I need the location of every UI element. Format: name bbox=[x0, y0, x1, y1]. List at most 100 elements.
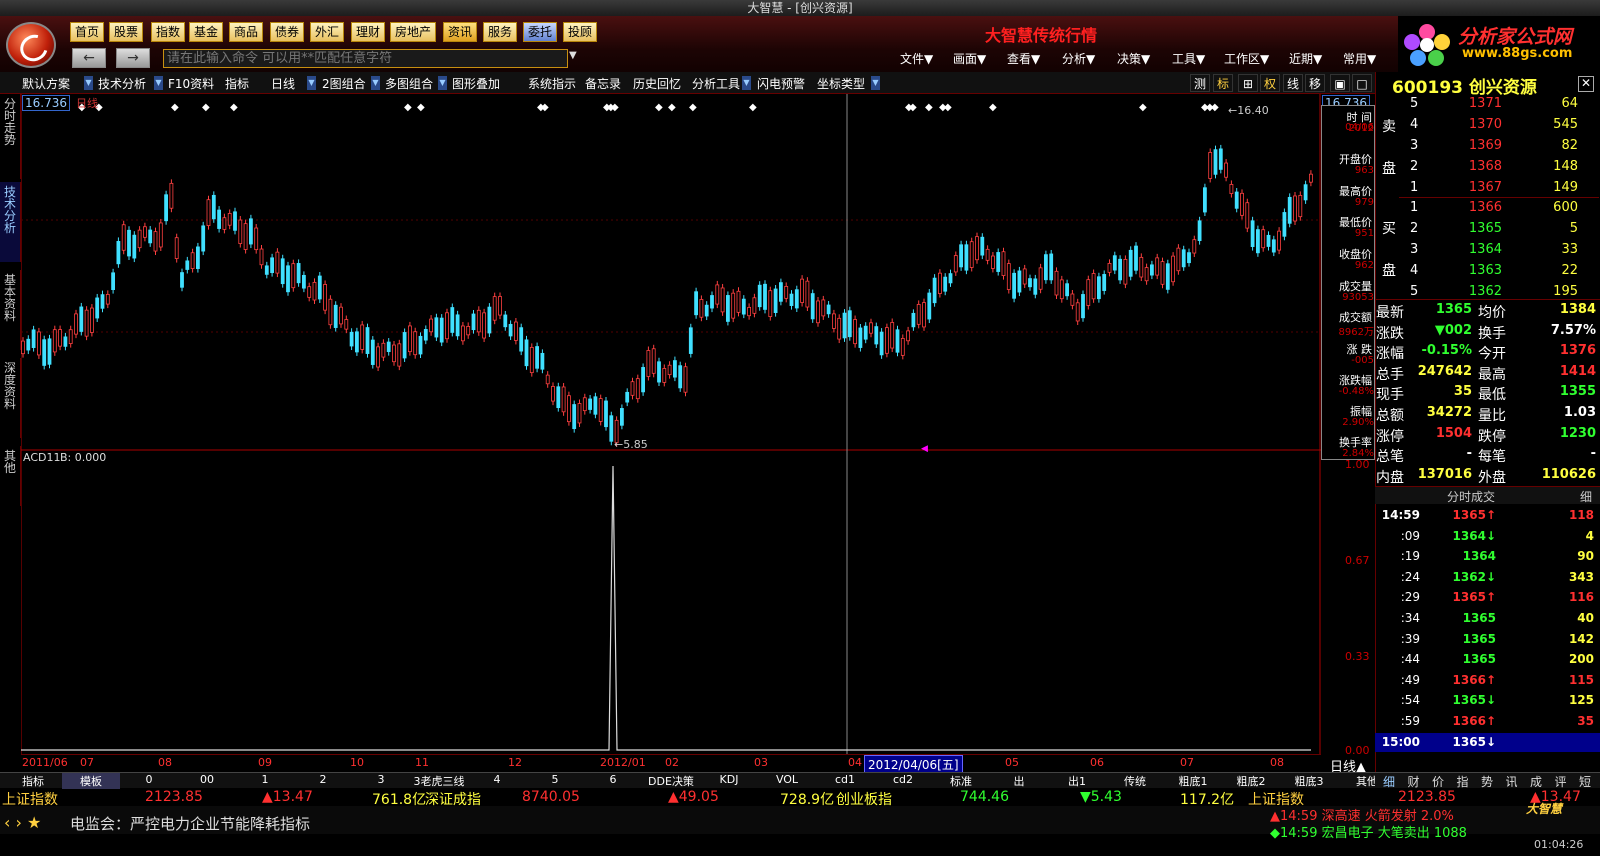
toolbar-10[interactable]: 历史回忆 bbox=[633, 75, 681, 92]
command-dropdown-icon[interactable]: ▼ bbox=[569, 50, 577, 61]
toolbar-6[interactable]: 多图组合 bbox=[385, 75, 433, 92]
formula-tab-7[interactable]: 3老虎三线 bbox=[410, 773, 468, 789]
index-item-12[interactable]: 上证指数 bbox=[1248, 789, 1304, 809]
formula-tab-10[interactable]: 6 bbox=[584, 773, 642, 786]
toolbar-4[interactable]: 日线 bbox=[271, 75, 295, 92]
menu-6[interactable]: 工作区▼ bbox=[1224, 50, 1269, 67]
sell-price-1[interactable]: 1370 bbox=[1440, 117, 1502, 132]
nav-8[interactable]: 房地产 bbox=[390, 22, 437, 42]
index-item-11[interactable]: 117.2亿 bbox=[1180, 789, 1234, 809]
buy-price-1[interactable]: 1365 bbox=[1440, 221, 1502, 236]
nav-4[interactable]: 商品 bbox=[229, 22, 264, 42]
side-tab-1[interactable]: 技术分析 bbox=[0, 182, 21, 262]
nav-7[interactable]: 理财 bbox=[351, 22, 386, 42]
side-tab-0[interactable]: 分时走势 bbox=[0, 94, 21, 179]
quote-tab-3[interactable]: 指 bbox=[1452, 773, 1474, 790]
menu-5[interactable]: 工具▼ bbox=[1172, 50, 1205, 67]
menu-4[interactable]: 决策▼ bbox=[1117, 50, 1150, 67]
toolbar-right-5[interactable]: 移 bbox=[1305, 74, 1325, 92]
formula-tab-20[interactable]: 粗底1 bbox=[1164, 773, 1222, 789]
back-button[interactable]: ← bbox=[72, 48, 106, 68]
news-nav-icons[interactable]: ‹ › ★ bbox=[4, 813, 41, 832]
index-item-9[interactable]: 744.46 bbox=[960, 789, 1009, 805]
toolbar-dropdown-icon-0[interactable]: ▼ bbox=[84, 76, 93, 90]
sell-price-2[interactable]: 1369 bbox=[1440, 138, 1502, 153]
index-item-10[interactable]: ▼5.43 bbox=[1080, 789, 1122, 805]
nav-12[interactable]: 投顾 bbox=[563, 22, 598, 42]
formula-tab-15[interactable]: cd2 bbox=[874, 773, 932, 786]
quote-tab-4[interactable]: 势 bbox=[1476, 773, 1498, 790]
toolbar-5[interactable]: 2图组合 bbox=[322, 75, 366, 92]
alert-2[interactable]: ◆14:59 宏昌电子 大笔卖出 1088 bbox=[1270, 822, 1467, 841]
index-item-0[interactable]: 上证指数 bbox=[2, 789, 58, 809]
formula-tab-21[interactable]: 粗底2 bbox=[1222, 773, 1280, 789]
nav-5[interactable]: 债券 bbox=[270, 22, 305, 42]
command-input[interactable]: 请在此输入命令 可以用**匹配任意字符 bbox=[163, 49, 568, 68]
nav-2[interactable]: 指数 bbox=[151, 22, 186, 42]
toolbar-right-4[interactable]: 线 bbox=[1283, 74, 1303, 92]
index-item-6[interactable]: ▲49.05 bbox=[668, 789, 719, 805]
formula-tab-5[interactable]: 2 bbox=[294, 773, 352, 786]
nav-9[interactable]: 资讯 bbox=[443, 22, 478, 42]
quote-tab-6[interactable]: 成 bbox=[1525, 773, 1547, 790]
index-item-4[interactable]: 深证成指 bbox=[425, 789, 481, 809]
toolbar-dropdown-icon-11[interactable]: ▼ bbox=[742, 76, 751, 90]
quote-tab-1[interactable]: 财 bbox=[1403, 773, 1425, 790]
menu-1[interactable]: 画面▼ bbox=[953, 50, 986, 67]
toolbar-3[interactable]: 指标 bbox=[225, 75, 249, 92]
index-item-3[interactable]: 761.8亿 bbox=[372, 789, 426, 809]
nav-10[interactable]: 服务 bbox=[483, 22, 518, 42]
formula-tab-11[interactable]: DDE决策 bbox=[642, 773, 700, 789]
toolbar-right-3[interactable]: 权 bbox=[1260, 74, 1280, 92]
side-tab-3[interactable]: 深度资料 bbox=[0, 358, 21, 438]
formula-tab-19[interactable]: 传统 bbox=[1106, 773, 1164, 789]
toolbar-dropdown-icon-5[interactable]: ▼ bbox=[371, 76, 380, 90]
formula-tab-3[interactable]: 00 bbox=[178, 773, 236, 786]
formula-tab-17[interactable]: 出 bbox=[990, 773, 1048, 789]
forward-button[interactable]: → bbox=[116, 48, 150, 68]
quote-tab-0[interactable]: 细 bbox=[1378, 773, 1400, 790]
menu-3[interactable]: 分析▼ bbox=[1062, 50, 1095, 67]
news-text[interactable]: 电监会：严控电力企业节能降耗指标 bbox=[70, 813, 310, 834]
index-item-8[interactable]: 创业板指 bbox=[836, 789, 892, 809]
index-item-13[interactable]: 2123.85 bbox=[1398, 789, 1456, 805]
toolbar-right-2[interactable]: ⊞ bbox=[1238, 74, 1258, 92]
app-logo[interactable] bbox=[6, 22, 56, 68]
toolbar-12[interactable]: 闪电预警 bbox=[757, 75, 805, 92]
menu-2[interactable]: 查看▼ bbox=[1007, 50, 1040, 67]
buy-price-2[interactable]: 1364 bbox=[1440, 242, 1502, 257]
formula-tab-1[interactable]: 模板 bbox=[62, 773, 120, 789]
toolbar-right-1[interactable]: 标 bbox=[1213, 74, 1233, 92]
close-icon[interactable]: ✕ bbox=[1578, 76, 1594, 92]
formula-tab-13[interactable]: VOL bbox=[758, 773, 816, 786]
toolbar-9[interactable]: 备忘录 bbox=[585, 75, 621, 92]
trades-tab[interactable]: 细 bbox=[1580, 488, 1592, 505]
index-item-1[interactable]: 2123.85 bbox=[145, 789, 203, 805]
quote-tab-8[interactable]: 短 bbox=[1574, 773, 1596, 790]
toolbar-right-0[interactable]: 测 bbox=[1190, 74, 1210, 92]
window-restore-icon[interactable]: ▣ bbox=[1330, 74, 1350, 92]
nav-0[interactable]: 首页 bbox=[70, 22, 105, 42]
buy-price-3[interactable]: 1363 bbox=[1440, 263, 1502, 278]
nav-11[interactable]: 委托 bbox=[523, 22, 558, 42]
sell-price-3[interactable]: 1368 bbox=[1440, 159, 1502, 174]
toolbar-dropdown-icon-13[interactable]: ▼ bbox=[871, 76, 880, 90]
toolbar-0[interactable]: 默认方案 bbox=[22, 75, 70, 92]
side-tab-2[interactable]: 基本资料 bbox=[0, 270, 21, 350]
index-item-7[interactable]: 728.9亿 bbox=[780, 789, 834, 809]
window-max-icon[interactable]: □ bbox=[1352, 74, 1372, 92]
toolbar-1[interactable]: 技术分析 bbox=[98, 75, 146, 92]
buy-price-4[interactable]: 1362 bbox=[1440, 284, 1502, 299]
toolbar-13[interactable]: 坐标类型 bbox=[817, 75, 865, 92]
quote-tab-5[interactable]: 讯 bbox=[1501, 773, 1523, 790]
formula-tab-8[interactable]: 4 bbox=[468, 773, 526, 786]
buy-price-0[interactable]: 1366 bbox=[1440, 200, 1502, 215]
formula-tab-12[interactable]: KDJ bbox=[700, 773, 758, 786]
toolbar-8[interactable]: 系统指示 bbox=[528, 75, 576, 92]
formula-tab-0[interactable]: 指标 bbox=[4, 773, 62, 789]
sell-price-4[interactable]: 1367 bbox=[1440, 180, 1502, 195]
formula-tab-22[interactable]: 粗底3 bbox=[1280, 773, 1338, 789]
nav-6[interactable]: 外汇 bbox=[310, 22, 345, 42]
toolbar-2[interactable]: F10资料 bbox=[168, 75, 214, 92]
toolbar-7[interactable]: 图形叠加 bbox=[452, 75, 500, 92]
